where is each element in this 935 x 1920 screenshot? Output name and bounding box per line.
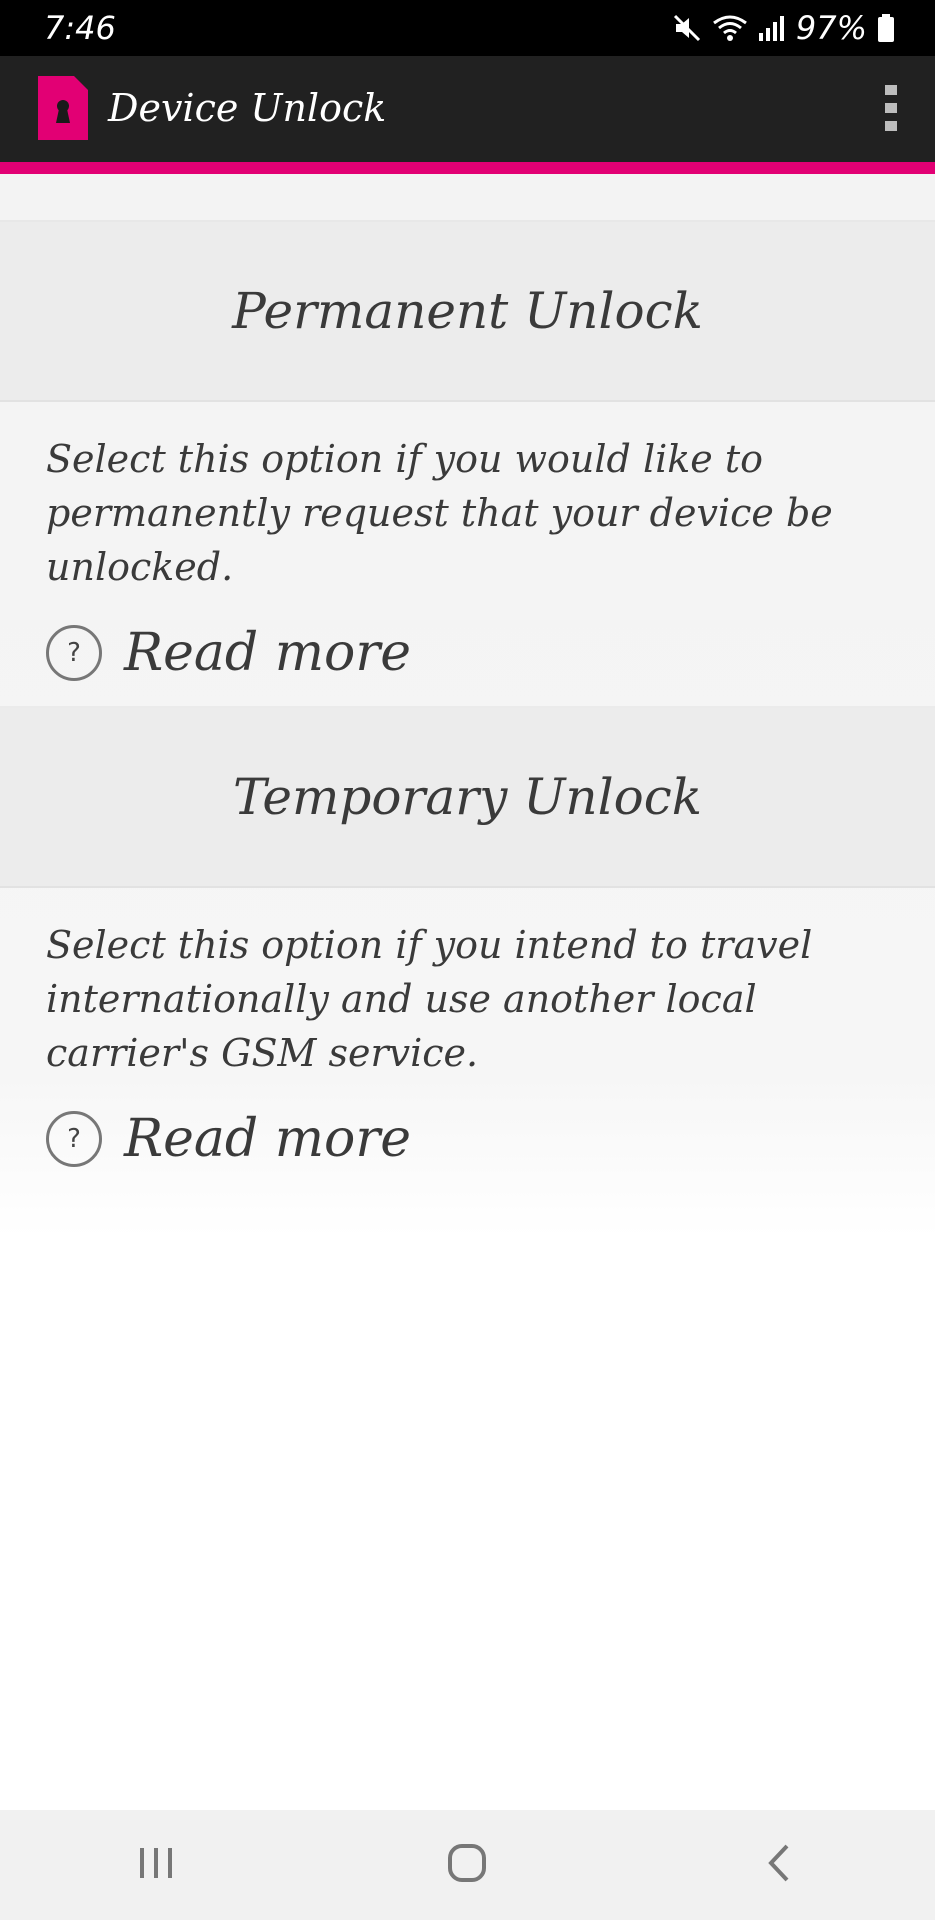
more-vert-icon <box>884 84 898 136</box>
app-bar: Device Unlock <box>0 56 935 162</box>
permanent-unlock-details: Select this option if you would like to … <box>0 402 935 708</box>
read-more-label: Read more <box>124 1109 411 1169</box>
status-time: 7:46 <box>44 9 116 47</box>
app-title: Device Unlock <box>108 86 387 130</box>
temporary-unlock-details: Select this option if you intend to trav… <box>0 888 935 1194</box>
unlock-options-list: Permanent Unlock Select this option if y… <box>0 174 935 1810</box>
help-icon: ? <box>46 1111 102 1167</box>
option-title: Temporary Unlock <box>232 768 703 826</box>
recent-apps-button[interactable] <box>96 1825 216 1905</box>
option-description: Select this option if you would like to … <box>46 437 833 589</box>
read-more-permanent-link[interactable]: ? Read more <box>46 620 889 686</box>
mute-icon <box>672 13 702 43</box>
permanent-unlock-button[interactable]: Permanent Unlock <box>0 222 935 402</box>
status-bar: 7:46 97% <box>0 0 935 56</box>
recent-apps-icon <box>138 1846 174 1884</box>
top-divider <box>0 174 935 222</box>
signal-icon <box>758 13 786 43</box>
battery-icon <box>877 13 895 43</box>
read-more-temporary-link[interactable]: ? Read more <box>46 1106 889 1172</box>
app-bar-accent-line <box>0 162 935 174</box>
system-nav-bar <box>0 1810 935 1920</box>
battery-percent: 97% <box>795 9 867 47</box>
option-title: Permanent Unlock <box>232 282 703 340</box>
back-button[interactable] <box>719 1825 839 1905</box>
wifi-icon <box>712 13 748 43</box>
help-icon: ? <box>46 625 102 681</box>
back-icon <box>765 1843 793 1887</box>
option-description: Select this option if you intend to trav… <box>46 923 813 1075</box>
temporary-unlock-button[interactable]: Temporary Unlock <box>0 708 935 888</box>
overflow-menu-button[interactable] <box>867 78 915 142</box>
home-button[interactable] <box>407 1825 527 1905</box>
status-icons: 97% <box>672 8 895 48</box>
home-icon <box>447 1843 487 1887</box>
sim-lock-icon <box>38 76 88 140</box>
read-more-label: Read more <box>124 623 411 683</box>
